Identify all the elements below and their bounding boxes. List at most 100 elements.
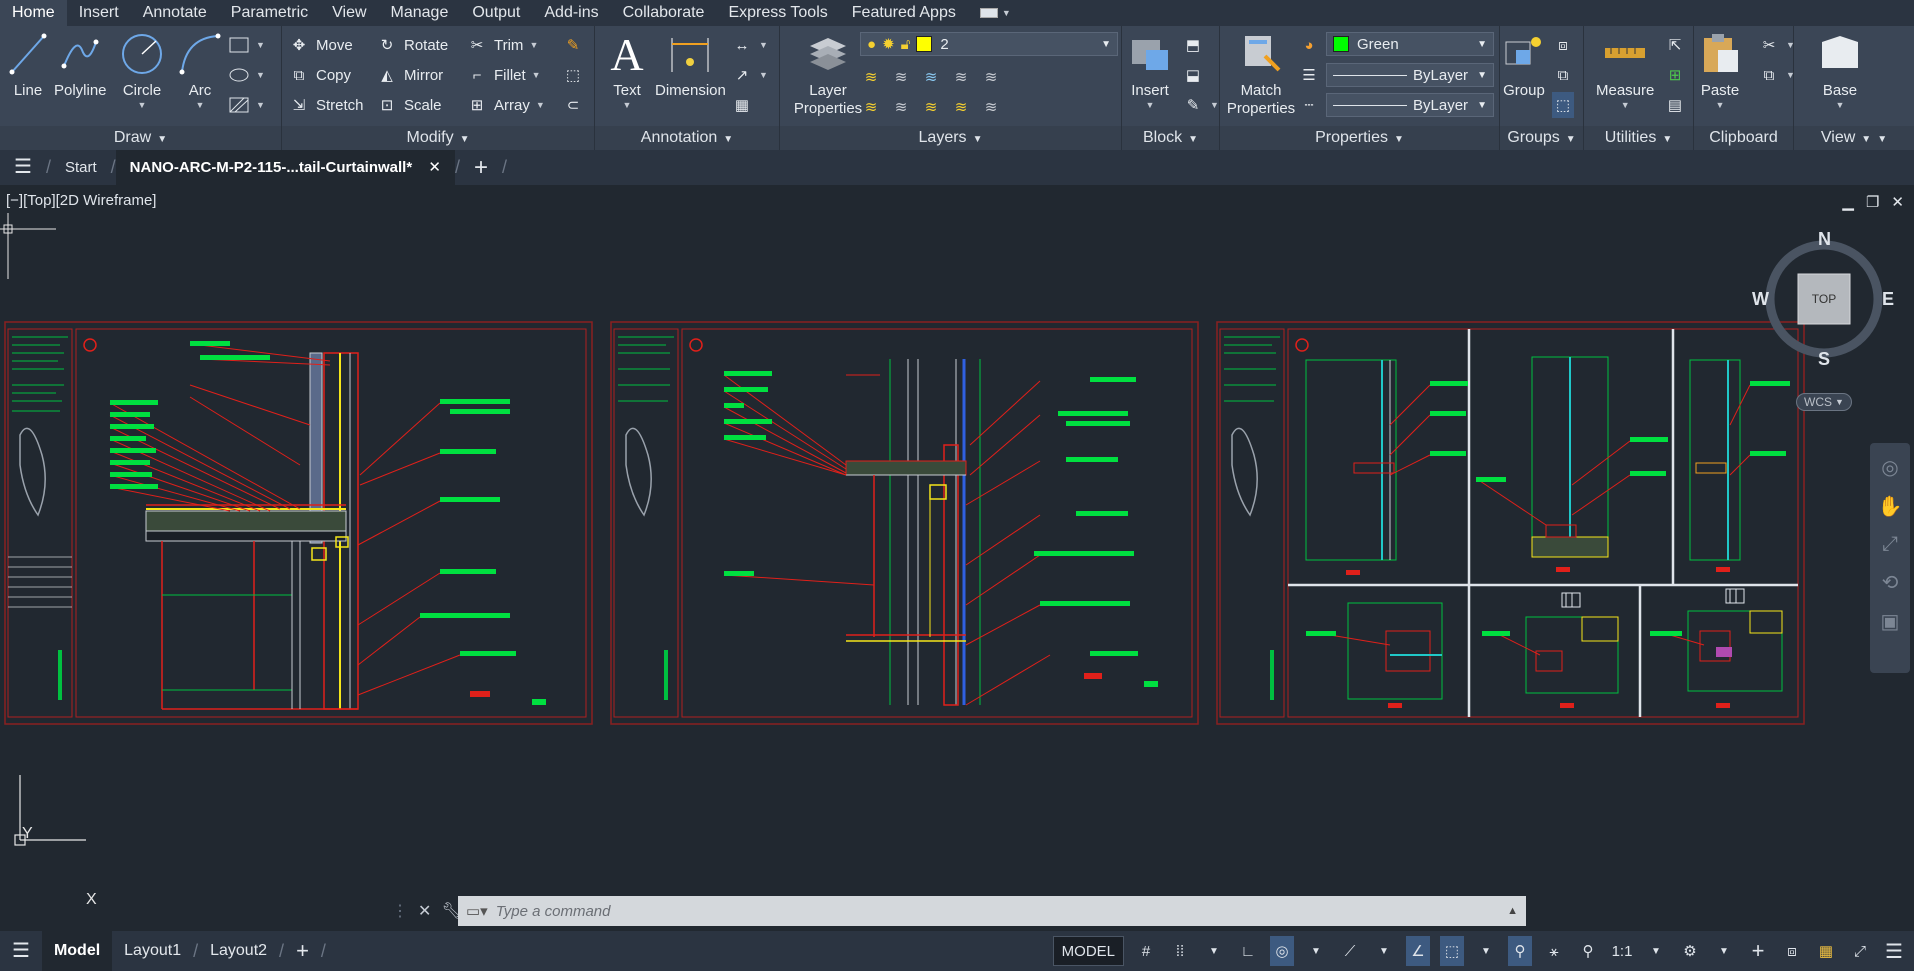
tab-manage[interactable]: Manage xyxy=(379,0,461,26)
compass-east[interactable]: E xyxy=(1882,289,1894,310)
panel-title-view[interactable]: View ▼ ▼ xyxy=(1794,126,1914,150)
layer-on-icon[interactable]: ≋ xyxy=(860,96,882,118)
isodraft-icon[interactable]: ⟋ xyxy=(1338,936,1362,966)
layer-unlock-icon[interactable]: ≋ xyxy=(950,96,972,118)
tab-home[interactable]: Home xyxy=(0,0,67,26)
text-button[interactable]: A Text ▼ xyxy=(605,29,649,111)
linetype-dropdown[interactable]: ByLayer ▼ xyxy=(1326,63,1494,87)
table-button[interactable]: ▦ xyxy=(731,92,753,118)
scale-button[interactable]: ⊡ Scale xyxy=(376,92,442,118)
drag-handle-icon[interactable]: ⋮ xyxy=(392,901,408,921)
layer-thaw-icon[interactable]: ≋ xyxy=(920,96,942,118)
auto-scale-icon[interactable]: ⚹ xyxy=(1542,936,1566,966)
mirror-button[interactable]: ◭ Mirror xyxy=(376,62,443,88)
chevron-down-icon[interactable]: ▼ xyxy=(1202,936,1226,966)
panel-title-layers[interactable]: Layers ▼ xyxy=(780,126,1121,150)
customize-menu-icon[interactable]: ☰ xyxy=(1882,936,1906,966)
tab-add-ins[interactable]: Add-ins xyxy=(532,0,610,26)
compass-west[interactable]: W xyxy=(1752,289,1769,310)
linear-dim-button[interactable]: ↔ ▼ xyxy=(731,32,768,58)
clean-screen-icon[interactable]: ⤢ xyxy=(1848,936,1872,966)
annotation-visibility-icon[interactable]: ⚲ xyxy=(1508,936,1532,966)
layout-menu-button[interactable]: ☰ xyxy=(0,931,42,971)
circle-button[interactable]: Circle ▼ xyxy=(120,30,164,110)
annotation-scale-icon[interactable]: ⚲ xyxy=(1576,936,1600,966)
rotate-button[interactable]: ↻ Rotate xyxy=(376,32,449,58)
zoom-extents-icon[interactable]: ⤢ xyxy=(1882,533,1898,556)
isolate-objects-icon[interactable]: ⧈ xyxy=(1780,936,1804,966)
color-dropdown[interactable]: Green ▼ xyxy=(1326,32,1494,56)
array-button[interactable]: ⊞ Array ▼ xyxy=(466,92,545,118)
compass-south[interactable]: S xyxy=(1818,349,1830,370)
chevron-up-icon[interactable]: ▲ xyxy=(1507,905,1518,917)
layer-walk-icon[interactable]: ≋ xyxy=(980,96,1002,118)
leader-button[interactable]: ↗ ▼ xyxy=(731,62,768,88)
gear-icon[interactable]: ⚙ xyxy=(1678,936,1702,966)
group-edit-button[interactable]: ⧉ xyxy=(1552,62,1574,88)
panel-title-clipboard[interactable]: Clipboard xyxy=(1694,126,1793,150)
group-select-toggle[interactable]: ⬚ xyxy=(1552,92,1574,118)
stretch-button[interactable]: ⇲ Stretch xyxy=(288,92,364,118)
wcs-menu[interactable]: WCS ▼ xyxy=(1796,393,1852,411)
layer-lock-icon[interactable]: ≋ xyxy=(950,66,972,88)
panel-title-draw[interactable]: Draw ▼ xyxy=(0,126,281,150)
showmotion-icon[interactable]: ▣ xyxy=(1881,609,1900,634)
tab-document[interactable]: NANO-ARC-M-P2-115-...tail-Curtainwall* ✕ xyxy=(115,150,455,185)
tab-layout2[interactable]: Layout2 xyxy=(198,931,279,971)
block-attributes-button[interactable]: ✎ ▼ xyxy=(1182,92,1219,118)
arc-button[interactable]: Arc ▼ xyxy=(178,30,222,110)
command-input[interactable]: ▭▾ Type a command ▲ xyxy=(458,896,1526,926)
model-space-button[interactable]: MODEL xyxy=(1052,936,1124,966)
tab-output[interactable]: Output xyxy=(460,0,532,26)
layer-match-icon[interactable]: ≋ xyxy=(980,66,1002,88)
drawing-sheet-3[interactable] xyxy=(1216,321,1805,725)
explode-button[interactable]: ⬚ xyxy=(562,62,584,88)
base-view-button[interactable]: Base ▼ xyxy=(1818,30,1862,110)
select-all-button[interactable]: ⊞ xyxy=(1664,62,1686,88)
chevron-down-icon[interactable]: ▼ xyxy=(1372,936,1396,966)
object-snap-tracking-icon[interactable]: ∠ xyxy=(1406,936,1430,966)
ungroup-button[interactable]: ⧈ xyxy=(1552,32,1574,58)
fillet-button[interactable]: ⌐ Fillet ▼ xyxy=(466,62,541,88)
chevron-down-icon[interactable]: ▼ xyxy=(1712,936,1736,966)
panel-title-groups[interactable]: Groups ▼ xyxy=(1500,126,1583,150)
add-layout-button[interactable]: + xyxy=(284,931,321,971)
dimension-button[interactable]: Dimension xyxy=(655,30,726,100)
new-tab-button[interactable]: + xyxy=(460,150,502,185)
move-button[interactable]: ✥ Move xyxy=(288,32,353,58)
quick-select-button[interactable]: ⇱ xyxy=(1664,32,1686,58)
layer-dropdown[interactable]: ● ✹ 🔓︎ 2 ▼ xyxy=(860,32,1118,56)
panel-title-modify[interactable]: Modify ▼ xyxy=(282,126,594,150)
match-properties-button[interactable]: Match Properties xyxy=(1226,30,1296,118)
plus-icon[interactable]: + xyxy=(1746,936,1770,966)
tab-start[interactable]: Start xyxy=(51,150,111,185)
tab-layout1[interactable]: Layout1 xyxy=(112,931,193,971)
panel-title-block[interactable]: Block ▼ xyxy=(1122,126,1219,150)
annotation-scale-value[interactable]: 1:1 xyxy=(1610,936,1634,966)
viewcube[interactable]: N S E W TOP xyxy=(1752,229,1898,375)
chevron-down-icon[interactable]: ▼ xyxy=(1474,936,1498,966)
group-button[interactable]: Group xyxy=(1502,30,1546,100)
hardware-acceleration-icon[interactable]: ▦ xyxy=(1814,936,1838,966)
create-block-button[interactable]: ⬒ xyxy=(1182,32,1204,58)
cut-button[interactable]: ✂ ▼ xyxy=(1758,32,1795,58)
tab-model[interactable]: Model xyxy=(41,931,113,971)
tab-view[interactable]: View xyxy=(320,0,378,26)
polyline-button[interactable]: Polyline xyxy=(54,30,107,100)
panel-title-utilities[interactable]: Utilities ▼ xyxy=(1584,126,1693,150)
tab-annotate[interactable]: Annotate xyxy=(131,0,219,26)
calculator-button[interactable]: ▤ xyxy=(1664,92,1686,118)
copy-clip-button[interactable]: ⧉ ▼ xyxy=(1758,62,1795,88)
panel-title-annotation[interactable]: Annotation ▼ xyxy=(595,126,779,150)
object-snap-icon[interactable]: ⬚ xyxy=(1440,936,1464,966)
lineweight-dropdown[interactable]: ByLayer ▼ xyxy=(1326,93,1494,117)
rectangle-button[interactable]: ▼ xyxy=(228,32,265,58)
offset-button[interactable]: ⊂ xyxy=(562,92,584,118)
trim-button[interactable]: ✂ Trim ▼ xyxy=(466,32,539,58)
insert-button[interactable]: Insert ▼ xyxy=(1128,30,1172,110)
layer-freeze-icon[interactable]: ≋ xyxy=(920,66,942,88)
close-icon[interactable]: ✕ xyxy=(418,901,431,921)
paste-button[interactable]: Paste ▼ xyxy=(1698,30,1742,110)
app-menu-button[interactable]: ☰ xyxy=(0,150,46,185)
snap-icon[interactable]: ⁞⁞ xyxy=(1168,936,1192,966)
